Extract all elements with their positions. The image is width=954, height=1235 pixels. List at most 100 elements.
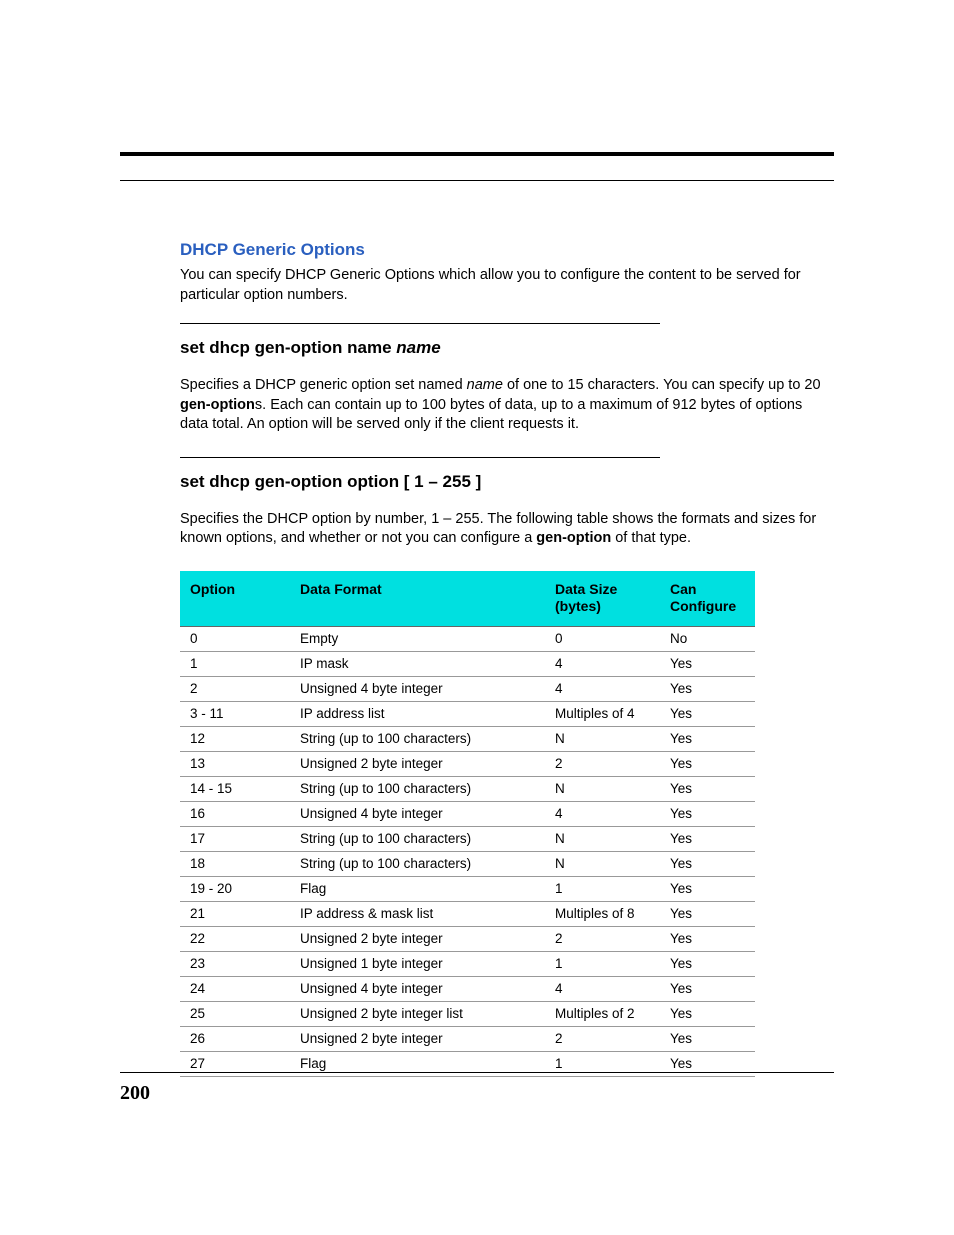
cell-format: Unsigned 2 byte integer list xyxy=(290,1001,545,1026)
cell-conf: Yes xyxy=(660,851,755,876)
cell-size: 4 xyxy=(545,676,660,701)
command-description-2: Specifies the DHCP option by number, 1 –… xyxy=(180,510,834,549)
cell-format: IP address list xyxy=(290,701,545,726)
table-row: 23Unsigned 1 byte integer1Yes xyxy=(180,951,755,976)
cell-size: 2 xyxy=(545,1026,660,1051)
cell-size: N xyxy=(545,726,660,751)
cell-size: 1 xyxy=(545,876,660,901)
cmd1-desc-part1: Specifies a DHCP generic option set name… xyxy=(180,377,467,393)
cell-format: String (up to 100 characters) xyxy=(290,726,545,751)
th-configure: Can Configure xyxy=(660,571,755,627)
cell-size: N xyxy=(545,776,660,801)
table-row: 18String (up to 100 characters)NYes xyxy=(180,851,755,876)
cell-option: 23 xyxy=(180,951,290,976)
cell-option: 19 - 20 xyxy=(180,876,290,901)
cell-size: Multiples of 8 xyxy=(545,901,660,926)
cell-size: N xyxy=(545,826,660,851)
cell-size: N xyxy=(545,851,660,876)
cell-format: Unsigned 1 byte integer xyxy=(290,951,545,976)
section-description: You can specify DHCP Generic Options whi… xyxy=(180,266,834,305)
cell-conf: Yes xyxy=(660,951,755,976)
cell-size: Multiples of 4 xyxy=(545,701,660,726)
divider-rule xyxy=(180,457,660,458)
cell-conf: Yes xyxy=(660,876,755,901)
cmd2-desc-bold: gen-option xyxy=(536,530,611,546)
table-row: 19 - 20Flag1Yes xyxy=(180,876,755,901)
command-heading-1: set dhcp gen-option name name xyxy=(180,338,834,358)
cell-format: Unsigned 4 byte integer xyxy=(290,676,545,701)
cmd2-desc-part2: of that type. xyxy=(611,530,691,546)
table-row: 14 - 15String (up to 100 characters)NYes xyxy=(180,776,755,801)
cell-conf: Yes xyxy=(660,976,755,1001)
cell-option: 2 xyxy=(180,676,290,701)
table-row: 26Unsigned 2 byte integer2Yes xyxy=(180,1026,755,1051)
cell-size: 2 xyxy=(545,751,660,776)
table-row: 2Unsigned 4 byte integer4Yes xyxy=(180,676,755,701)
table-row: 24Unsigned 4 byte integer4Yes xyxy=(180,976,755,1001)
divider-rule xyxy=(180,323,660,324)
cell-format: Unsigned 2 byte integer xyxy=(290,751,545,776)
cell-option: 13 xyxy=(180,751,290,776)
th-option: Option xyxy=(180,571,290,627)
cell-format: Unsigned 2 byte integer xyxy=(290,926,545,951)
cell-conf: Yes xyxy=(660,676,755,701)
cell-option: 16 xyxy=(180,801,290,826)
cell-size: 4 xyxy=(545,801,660,826)
cell-option: 12 xyxy=(180,726,290,751)
table-row: 12String (up to 100 characters)NYes xyxy=(180,726,755,751)
table-row: 17String (up to 100 characters)NYes xyxy=(180,826,755,851)
section-title: DHCP Generic Options xyxy=(180,240,834,260)
page-number: 200 xyxy=(120,1082,150,1105)
cell-format: IP address & mask list xyxy=(290,901,545,926)
cell-conf: Yes xyxy=(660,826,755,851)
top-rule-thick xyxy=(120,152,834,156)
cell-conf: No xyxy=(660,626,755,651)
th-size-l1: Data Size xyxy=(555,581,617,597)
cell-format: Unsigned 4 byte integer xyxy=(290,801,545,826)
cell-format: Unsigned 2 byte integer xyxy=(290,1026,545,1051)
cell-format: Flag xyxy=(290,876,545,901)
cell-option: 24 xyxy=(180,976,290,1001)
cmd1-desc-ital: name xyxy=(467,377,503,393)
cell-option: 17 xyxy=(180,826,290,851)
options-table: Option Data Format Data Size (bytes) Can… xyxy=(180,571,755,1077)
table-row: 22Unsigned 2 byte integer2Yes xyxy=(180,926,755,951)
cell-conf: Yes xyxy=(660,901,755,926)
th-size: Data Size (bytes) xyxy=(545,571,660,627)
table-row: 13Unsigned 2 byte integer2Yes xyxy=(180,751,755,776)
cell-format: String (up to 100 characters) xyxy=(290,776,545,801)
cell-conf: Yes xyxy=(660,751,755,776)
command-description-1: Specifies a DHCP generic option set name… xyxy=(180,376,834,435)
cell-format: Empty xyxy=(290,626,545,651)
cell-option: 0 xyxy=(180,626,290,651)
bottom-rule xyxy=(120,1072,834,1073)
cell-conf: Yes xyxy=(660,1001,755,1026)
th-size-l2: (bytes) xyxy=(555,598,601,614)
cell-size: 0 xyxy=(545,626,660,651)
cell-option: 14 - 15 xyxy=(180,776,290,801)
th-conf-l2: Configure xyxy=(670,598,736,614)
cmd1-desc-part2: of one to 15 characters. You can specify… xyxy=(503,377,821,393)
cell-option: 3 - 11 xyxy=(180,701,290,726)
cell-option: 1 xyxy=(180,651,290,676)
cell-format: String (up to 100 characters) xyxy=(290,851,545,876)
cell-option: 25 xyxy=(180,1001,290,1026)
cmd1-desc-part3: s. Each can contain up to 100 bytes of d… xyxy=(180,397,802,433)
cell-option: 18 xyxy=(180,851,290,876)
cell-conf: Yes xyxy=(660,726,755,751)
command-heading-1-param: name xyxy=(396,338,440,357)
th-conf-l1: Can xyxy=(670,581,696,597)
cell-conf: Yes xyxy=(660,926,755,951)
cell-option: 22 xyxy=(180,926,290,951)
table-header-row: Option Data Format Data Size (bytes) Can… xyxy=(180,571,755,627)
cell-conf: Yes xyxy=(660,801,755,826)
cell-size: Multiples of 2 xyxy=(545,1001,660,1026)
cell-size: 2 xyxy=(545,926,660,951)
cell-format: IP mask xyxy=(290,651,545,676)
command-heading-2: set dhcp gen-option option [ 1 – 255 ] xyxy=(180,472,834,492)
cell-option: 21 xyxy=(180,901,290,926)
cmd2-desc-part1: Specifies the DHCP option by number, 1 –… xyxy=(180,511,816,547)
table-row: 21IP address & mask listMultiples of 8Ye… xyxy=(180,901,755,926)
page-content: DHCP Generic Options You can specify DHC… xyxy=(0,0,954,1077)
table-row: 0Empty0No xyxy=(180,626,755,651)
